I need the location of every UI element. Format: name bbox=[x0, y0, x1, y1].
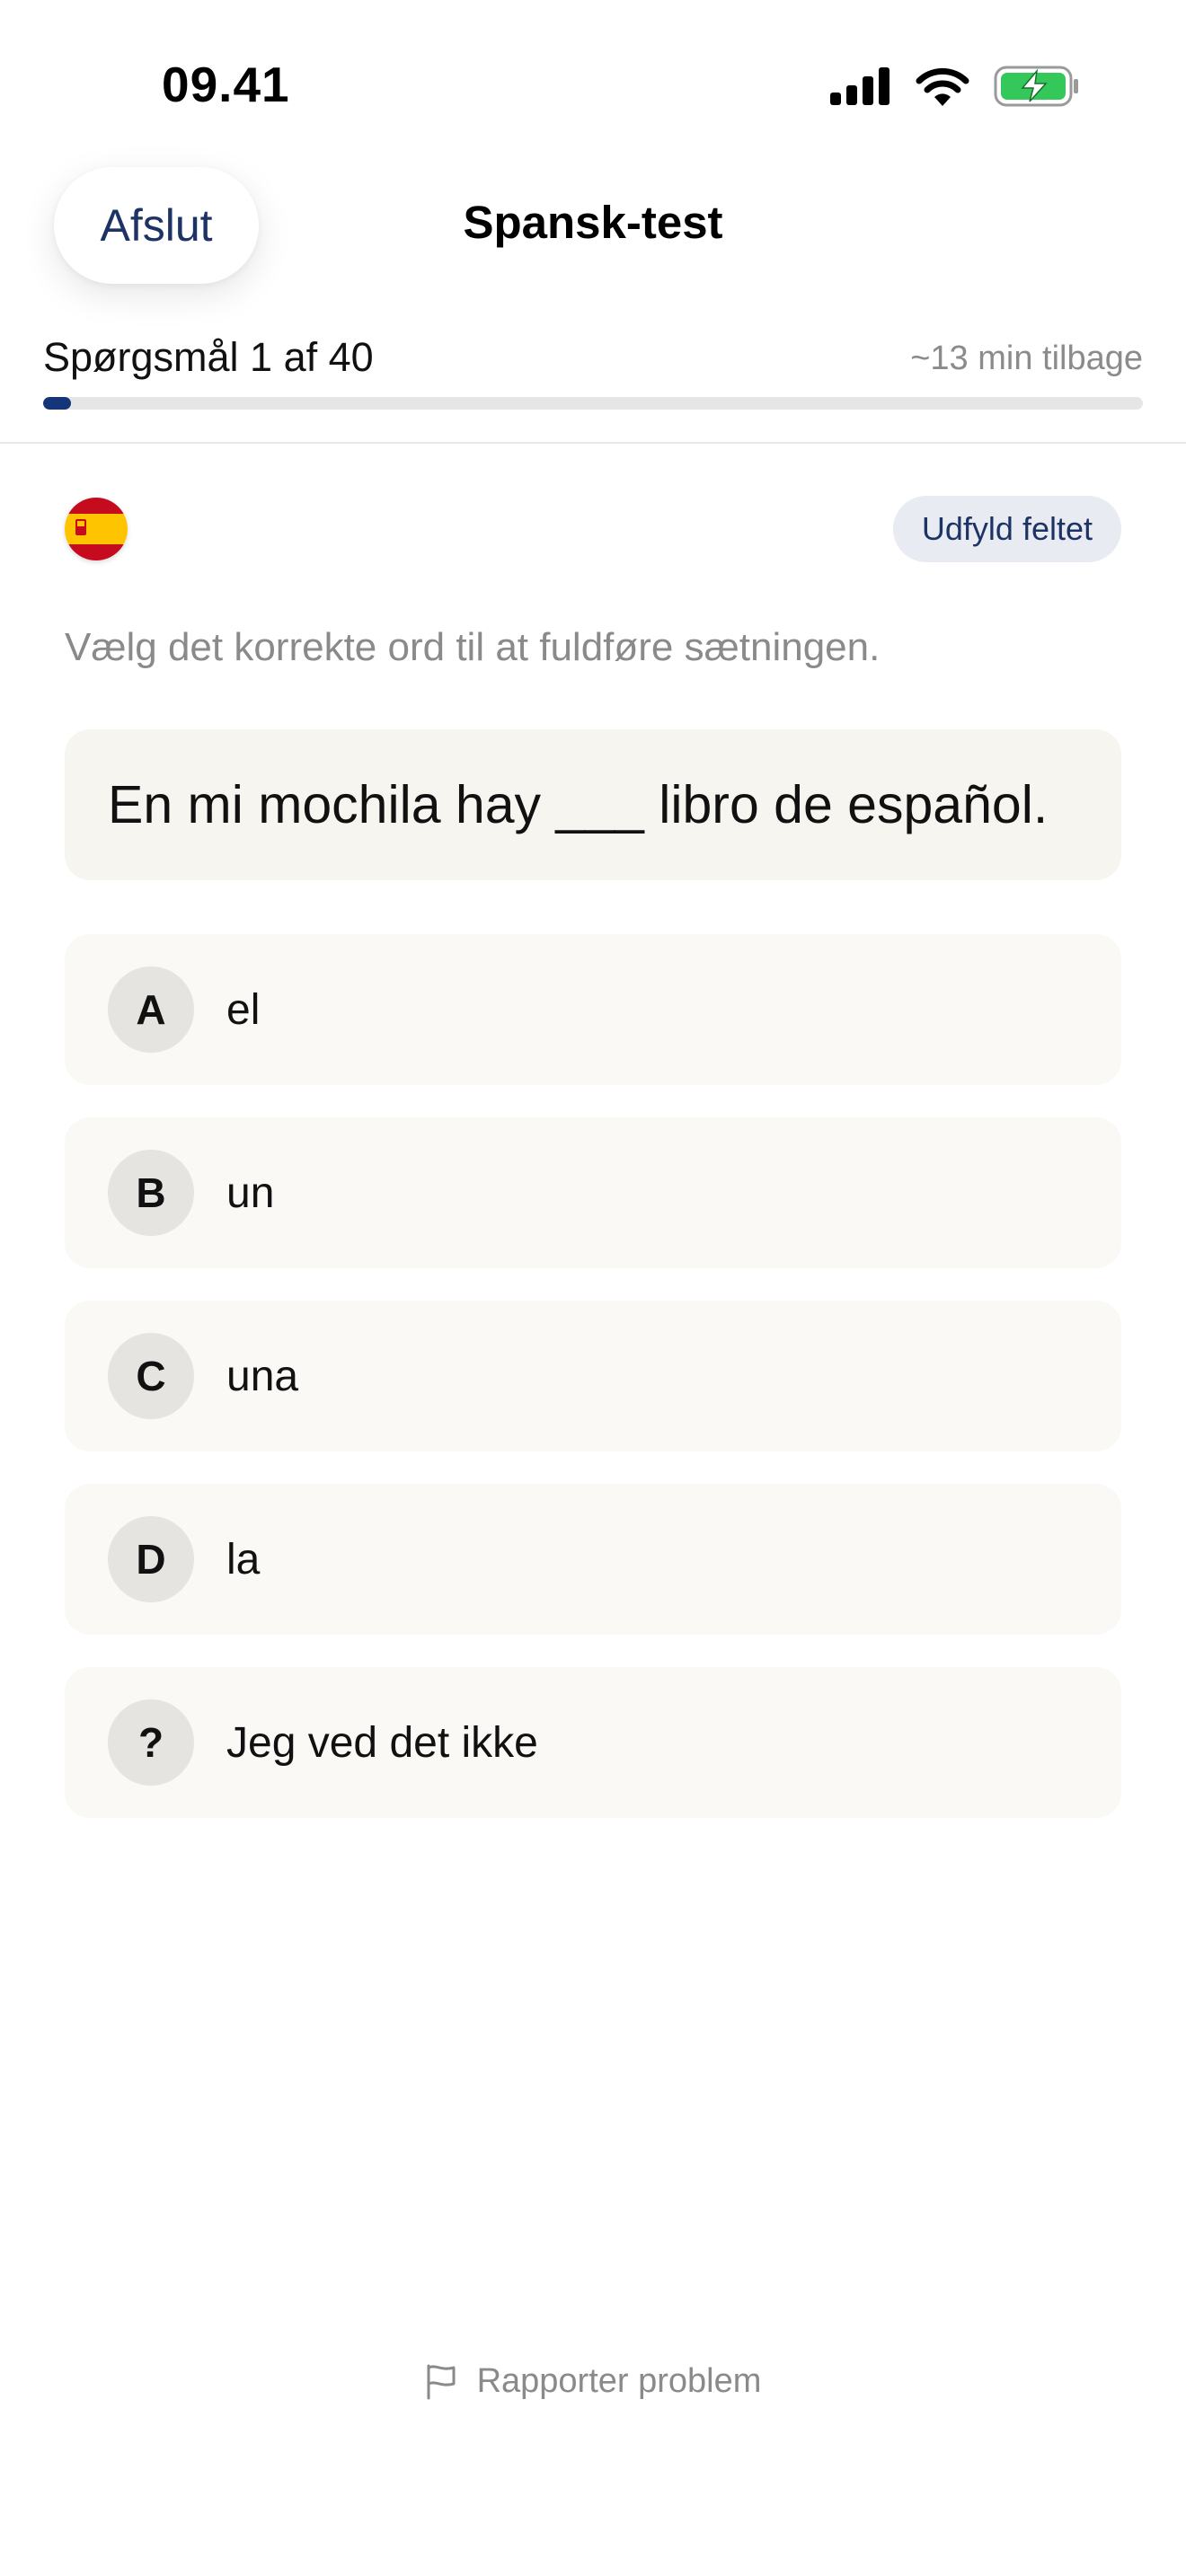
status-icons bbox=[830, 63, 1080, 110]
option-b[interactable]: B un bbox=[65, 1117, 1121, 1268]
option-text: un bbox=[226, 1169, 275, 1217]
spain-flag-icon bbox=[65, 498, 128, 560]
option-a[interactable]: A el bbox=[65, 934, 1121, 1085]
status-time: 09.41 bbox=[162, 57, 290, 112]
answer-options: A el B un C una D la ? Jeg ved det ikke bbox=[65, 934, 1121, 1850]
battery-charging-icon bbox=[994, 66, 1078, 107]
page-title: Spansk-test bbox=[463, 197, 723, 248]
signal-icon bbox=[830, 67, 890, 105]
sentence-blank: ___ bbox=[555, 775, 644, 834]
option-letter: ? bbox=[108, 1699, 194, 1786]
report-problem-label: Rapporter problem bbox=[476, 2362, 762, 2400]
option-text: una bbox=[226, 1352, 299, 1400]
option-letter: A bbox=[108, 966, 194, 1053]
option-letter: C bbox=[108, 1333, 194, 1419]
option-text: el bbox=[226, 985, 261, 1034]
option-c[interactable]: C una bbox=[65, 1301, 1121, 1451]
progress-fill bbox=[43, 397, 71, 410]
wifi-icon bbox=[916, 67, 969, 106]
option-dont-know[interactable]: ? Jeg ved det ikke bbox=[65, 1667, 1121, 1818]
question-type-badge: Udfyld feltet bbox=[892, 496, 1121, 562]
flag-icon bbox=[427, 2364, 456, 2399]
option-letter: D bbox=[108, 1516, 194, 1602]
time-remaining: ~13 min tilbage bbox=[910, 340, 1143, 377]
report-problem-button[interactable]: Rapporter problem bbox=[0, 2362, 1186, 2401]
option-text: Jeg ved det ikke bbox=[226, 1718, 538, 1767]
sentence-card: En mi mochila hay ___ libro de español. bbox=[65, 729, 1121, 880]
sentence-after: libro de español. bbox=[643, 775, 1049, 834]
sentence-before: En mi mochila hay bbox=[108, 775, 556, 834]
progress-bar bbox=[43, 397, 1143, 410]
divider bbox=[0, 442, 1186, 444]
progress-label: Spørgsmål 1 af 40 bbox=[43, 334, 374, 380]
option-letter: B bbox=[108, 1150, 194, 1236]
option-d[interactable]: D la bbox=[65, 1484, 1121, 1635]
option-text: la bbox=[226, 1535, 261, 1584]
instruction-text: Vælg det korrekte ord til at fuldføre sæ… bbox=[65, 625, 881, 669]
